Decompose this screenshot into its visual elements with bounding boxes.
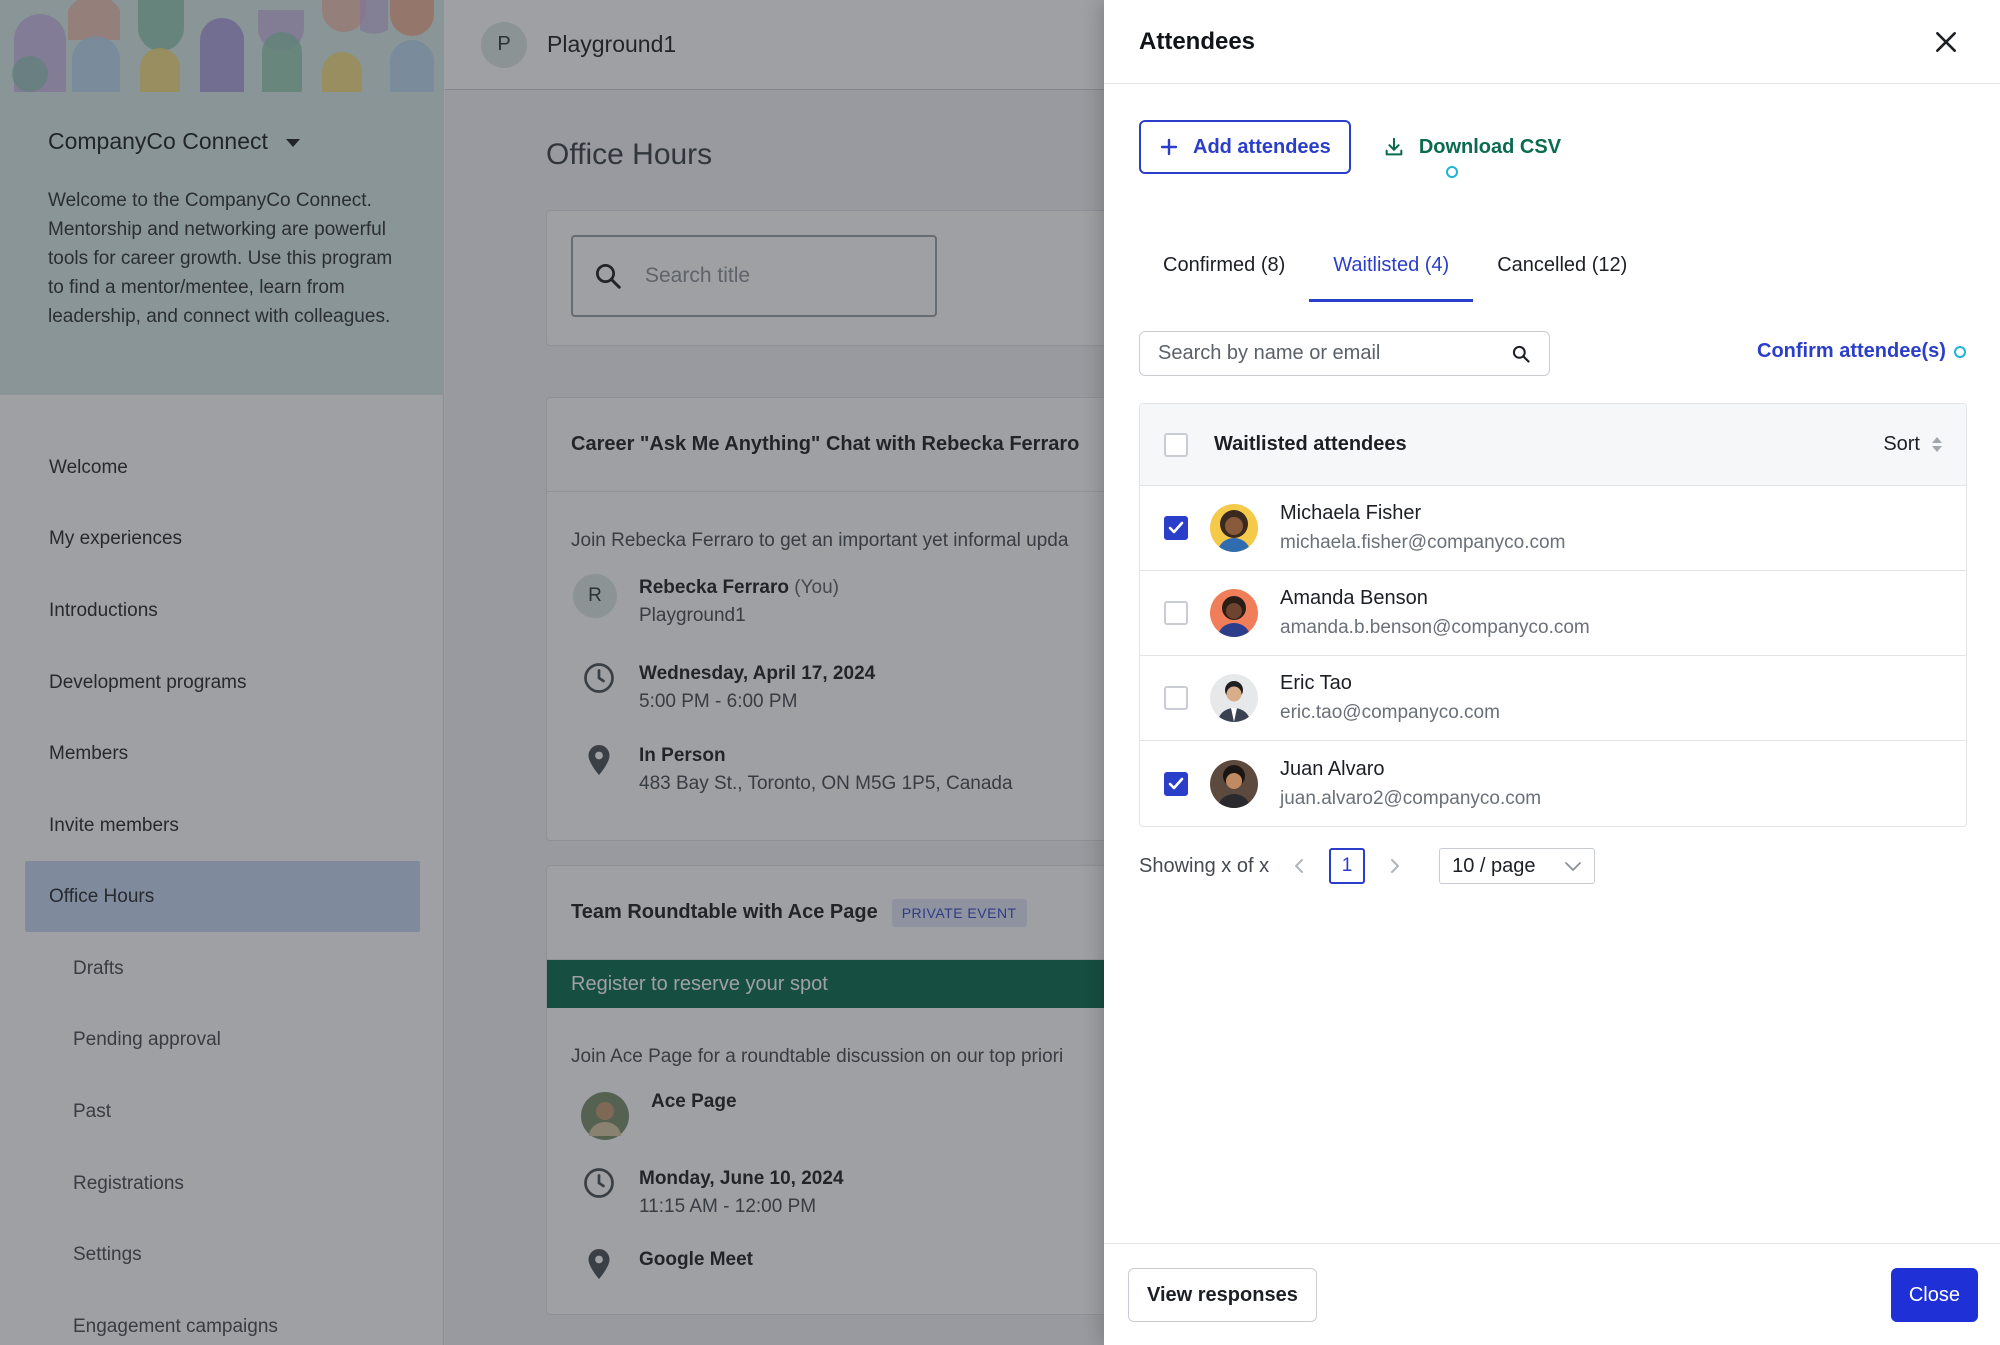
avatar: [1210, 589, 1258, 637]
modal-overlay[interactable]: [0, 0, 445, 1345]
pagination: Showing x of x 1 10 / page: [1139, 848, 1596, 884]
row-checkbox[interactable]: [1164, 601, 1188, 625]
sort-label: Sort: [1883, 433, 1920, 455]
avatar: [1210, 759, 1258, 808]
attendee-tabs: Confirmed (8) Waitlisted (4) Cancelled (…: [1139, 232, 1651, 302]
drawer-title: Attendees: [1139, 27, 1256, 55]
chevron-left-icon[interactable]: [1287, 854, 1311, 878]
avatar: [1210, 504, 1258, 552]
attendee-email: juan.alvaro2@companyco.com: [1280, 787, 1542, 809]
page-size-value: 10 / page: [1452, 854, 1536, 877]
sort-icon: [1932, 437, 1942, 452]
row-checkbox[interactable]: [1164, 516, 1188, 540]
confirm-attendees-button[interactable]: Confirm attendee(s): [1757, 340, 1966, 363]
attendee-name: Eric Tao: [1280, 672, 1352, 694]
attendee-search-input[interactable]: [1158, 342, 1488, 365]
waitlisted-table: Waitlisted attendees Sort Michaela Fishe…: [1139, 403, 1967, 827]
attendee-email: amanda.b.benson@companyco.com: [1280, 617, 1590, 638]
close-button[interactable]: Close: [1890, 1268, 1978, 1322]
table-row[interactable]: Amanda Benson amanda.b.benson@companyco.…: [1140, 571, 1966, 656]
close-icon[interactable]: [1928, 24, 1964, 60]
attendee-name: Michaela Fisher: [1280, 502, 1422, 524]
pagination-summary: Showing x of x: [1139, 854, 1270, 877]
add-attendees-label: Add attendees: [1193, 135, 1331, 158]
table-header: Waitlisted attendees Sort: [1140, 404, 1966, 486]
tab-confirmed[interactable]: Confirmed (8): [1139, 232, 1309, 302]
search-icon[interactable]: [1511, 344, 1531, 364]
download-icon: [1385, 137, 1403, 156]
cursor-indicator: [1445, 165, 1458, 178]
row-checkbox[interactable]: [1164, 771, 1188, 796]
table-row[interactable]: Eric Tao eric.tao@companyco.com: [1140, 656, 1966, 741]
download-csv-label: Download CSV: [1418, 135, 1562, 158]
attendees-drawer: Attendees Add attendees Download CSV Con…: [1104, 0, 2000, 1345]
drawer-footer: View responses Close: [1104, 1243, 2000, 1345]
page-size-select[interactable]: 10 / page: [1439, 848, 1596, 884]
plus-icon: [1160, 138, 1178, 156]
add-attendees-button[interactable]: Add attendees: [1139, 120, 1351, 174]
tab-cancelled[interactable]: Cancelled (12): [1473, 232, 1651, 302]
avatar: [1210, 674, 1258, 722]
check-icon: [1168, 777, 1184, 789]
check-icon: [1168, 521, 1184, 534]
attendee-email: eric.tao@companyco.com: [1280, 702, 1500, 723]
tab-waitlisted[interactable]: Waitlisted (4): [1309, 232, 1474, 302]
drawer-header: Attendees: [1104, 0, 2000, 84]
table-row[interactable]: Juan Alvaro juan.alvaro2@companyco.com: [1140, 741, 1966, 826]
row-checkbox[interactable]: [1164, 686, 1188, 710]
table-header-label: Waitlisted attendees: [1214, 433, 1407, 455]
chevron-right-icon[interactable]: [1383, 854, 1407, 878]
select-all-checkbox[interactable]: [1164, 432, 1188, 457]
attendee-email: michaela.fisher@companyco.com: [1280, 532, 1566, 553]
attendee-name: Juan Alvaro: [1280, 757, 1385, 780]
attendee-name: Amanda Benson: [1280, 587, 1428, 609]
confirm-attendees-label: Confirm attendee(s): [1757, 340, 1946, 362]
table-row[interactable]: Michaela Fisher michaela.fisher@companyc…: [1140, 486, 1966, 571]
sort-button[interactable]: Sort: [1883, 433, 1942, 456]
page-number[interactable]: 1: [1329, 848, 1366, 884]
cursor-indicator: [1953, 345, 1966, 358]
attendee-search[interactable]: [1139, 331, 1550, 376]
chevron-down-icon: [1565, 862, 1581, 871]
download-csv-button[interactable]: Download CSV: [1383, 135, 1562, 178]
drawer-actions: Add attendees Download CSV: [1139, 120, 1562, 178]
view-responses-button[interactable]: View responses: [1128, 1268, 1317, 1322]
